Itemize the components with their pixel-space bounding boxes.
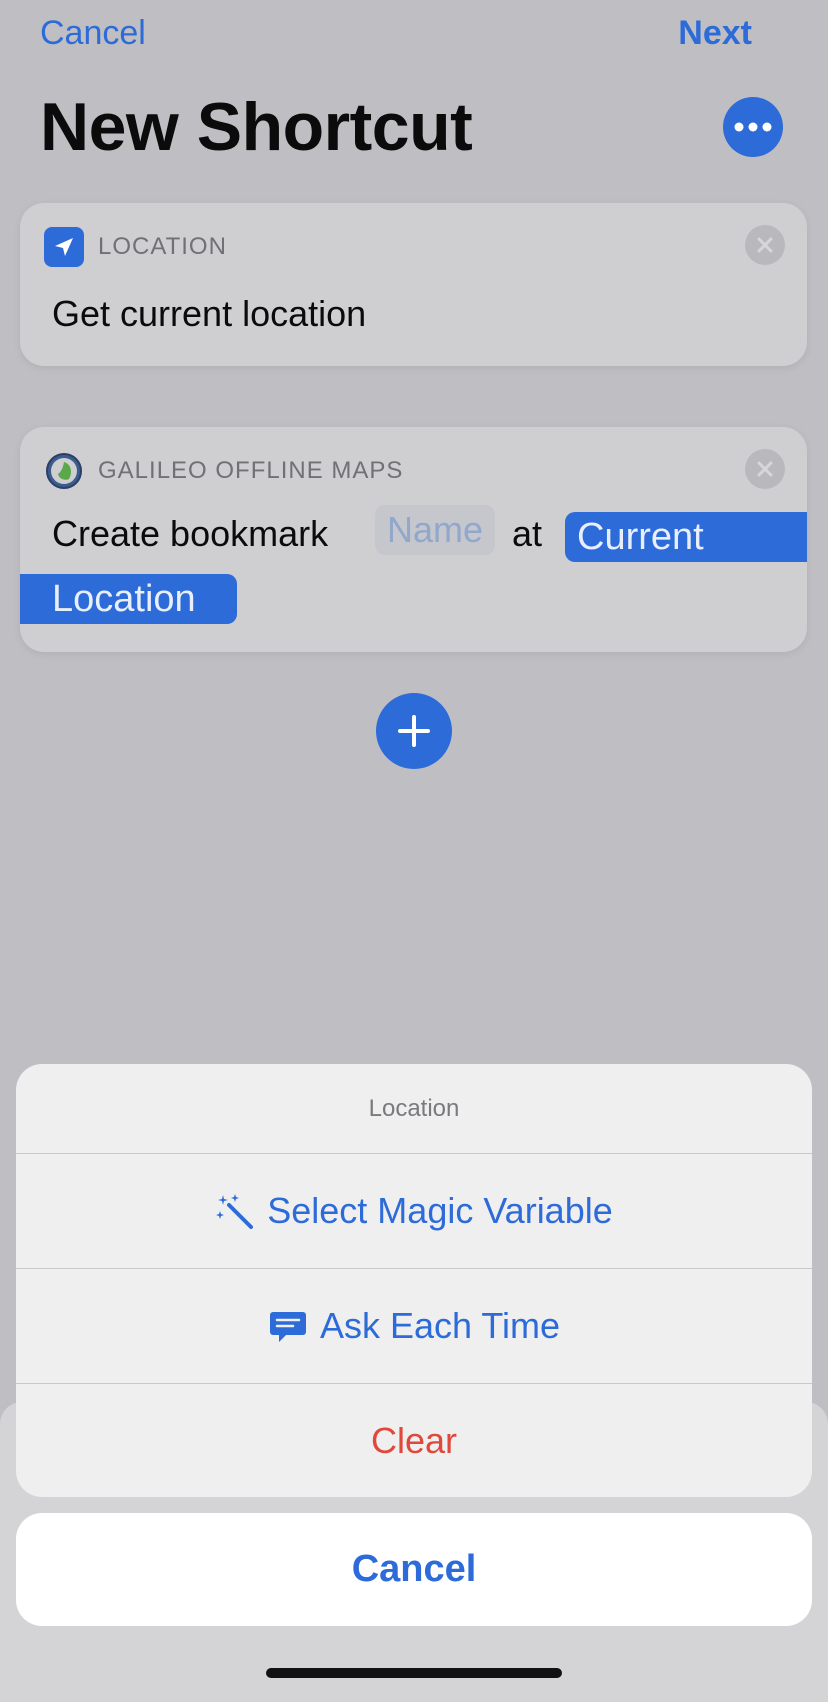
plus-icon <box>398 715 430 747</box>
action-sheet: Location Select Magic Variable Ask Each … <box>16 1064 812 1497</box>
action-card-location[interactable]: LOCATION Get current location <box>20 203 807 366</box>
magic-wand-icon <box>215 1191 255 1231</box>
sheet-title: Location <box>16 1064 812 1154</box>
sheet-cancel-button[interactable]: Cancel <box>16 1513 812 1626</box>
option-label: Clear <box>370 1420 458 1461</box>
add-action-button[interactable] <box>376 693 452 769</box>
action-category-label: GALILEO OFFLINE MAPS <box>98 457 404 484</box>
speech-bubble-icon <box>268 1306 308 1346</box>
action-header: LOCATION <box>44 227 227 267</box>
cancel-button[interactable]: Cancel <box>40 14 146 53</box>
action-card-galileo[interactable]: GALILEO OFFLINE MAPS Create bookmark Nam… <box>20 427 807 652</box>
next-button[interactable]: Next <box>678 14 752 53</box>
ellipsis-icon <box>734 122 772 132</box>
option-label: Ask Each Time <box>319 1305 561 1346</box>
name-parameter-field[interactable]: Name <box>375 505 496 555</box>
current-location-variable[interactable]: Current <box>565 512 807 562</box>
home-indicator[interactable] <box>266 1668 562 1678</box>
clear-option[interactable]: Clear <box>16 1384 812 1497</box>
close-icon <box>757 237 773 253</box>
current-location-variable-continued[interactable]: Location <box>20 574 237 624</box>
more-options-button[interactable] <box>723 97 783 157</box>
remove-action-button[interactable] <box>745 449 785 489</box>
action-text: Create bookmark <box>52 513 329 554</box>
page-title: New Shortcut <box>40 89 473 165</box>
ask-each-time-option[interactable]: Ask Each Time <box>16 1269 812 1384</box>
close-icon <box>757 461 773 477</box>
location-arrow-icon <box>44 227 84 267</box>
select-magic-variable-option[interactable]: Select Magic Variable <box>16 1154 812 1269</box>
option-label: Select Magic Variable <box>267 1190 613 1231</box>
action-header: GALILEO OFFLINE MAPS <box>44 451 403 491</box>
remove-action-button[interactable] <box>745 225 785 265</box>
action-text-connector: at <box>512 513 543 554</box>
action-text: Get current location <box>52 293 367 334</box>
action-category-label: LOCATION <box>98 233 227 260</box>
galileo-app-icon <box>44 451 84 491</box>
